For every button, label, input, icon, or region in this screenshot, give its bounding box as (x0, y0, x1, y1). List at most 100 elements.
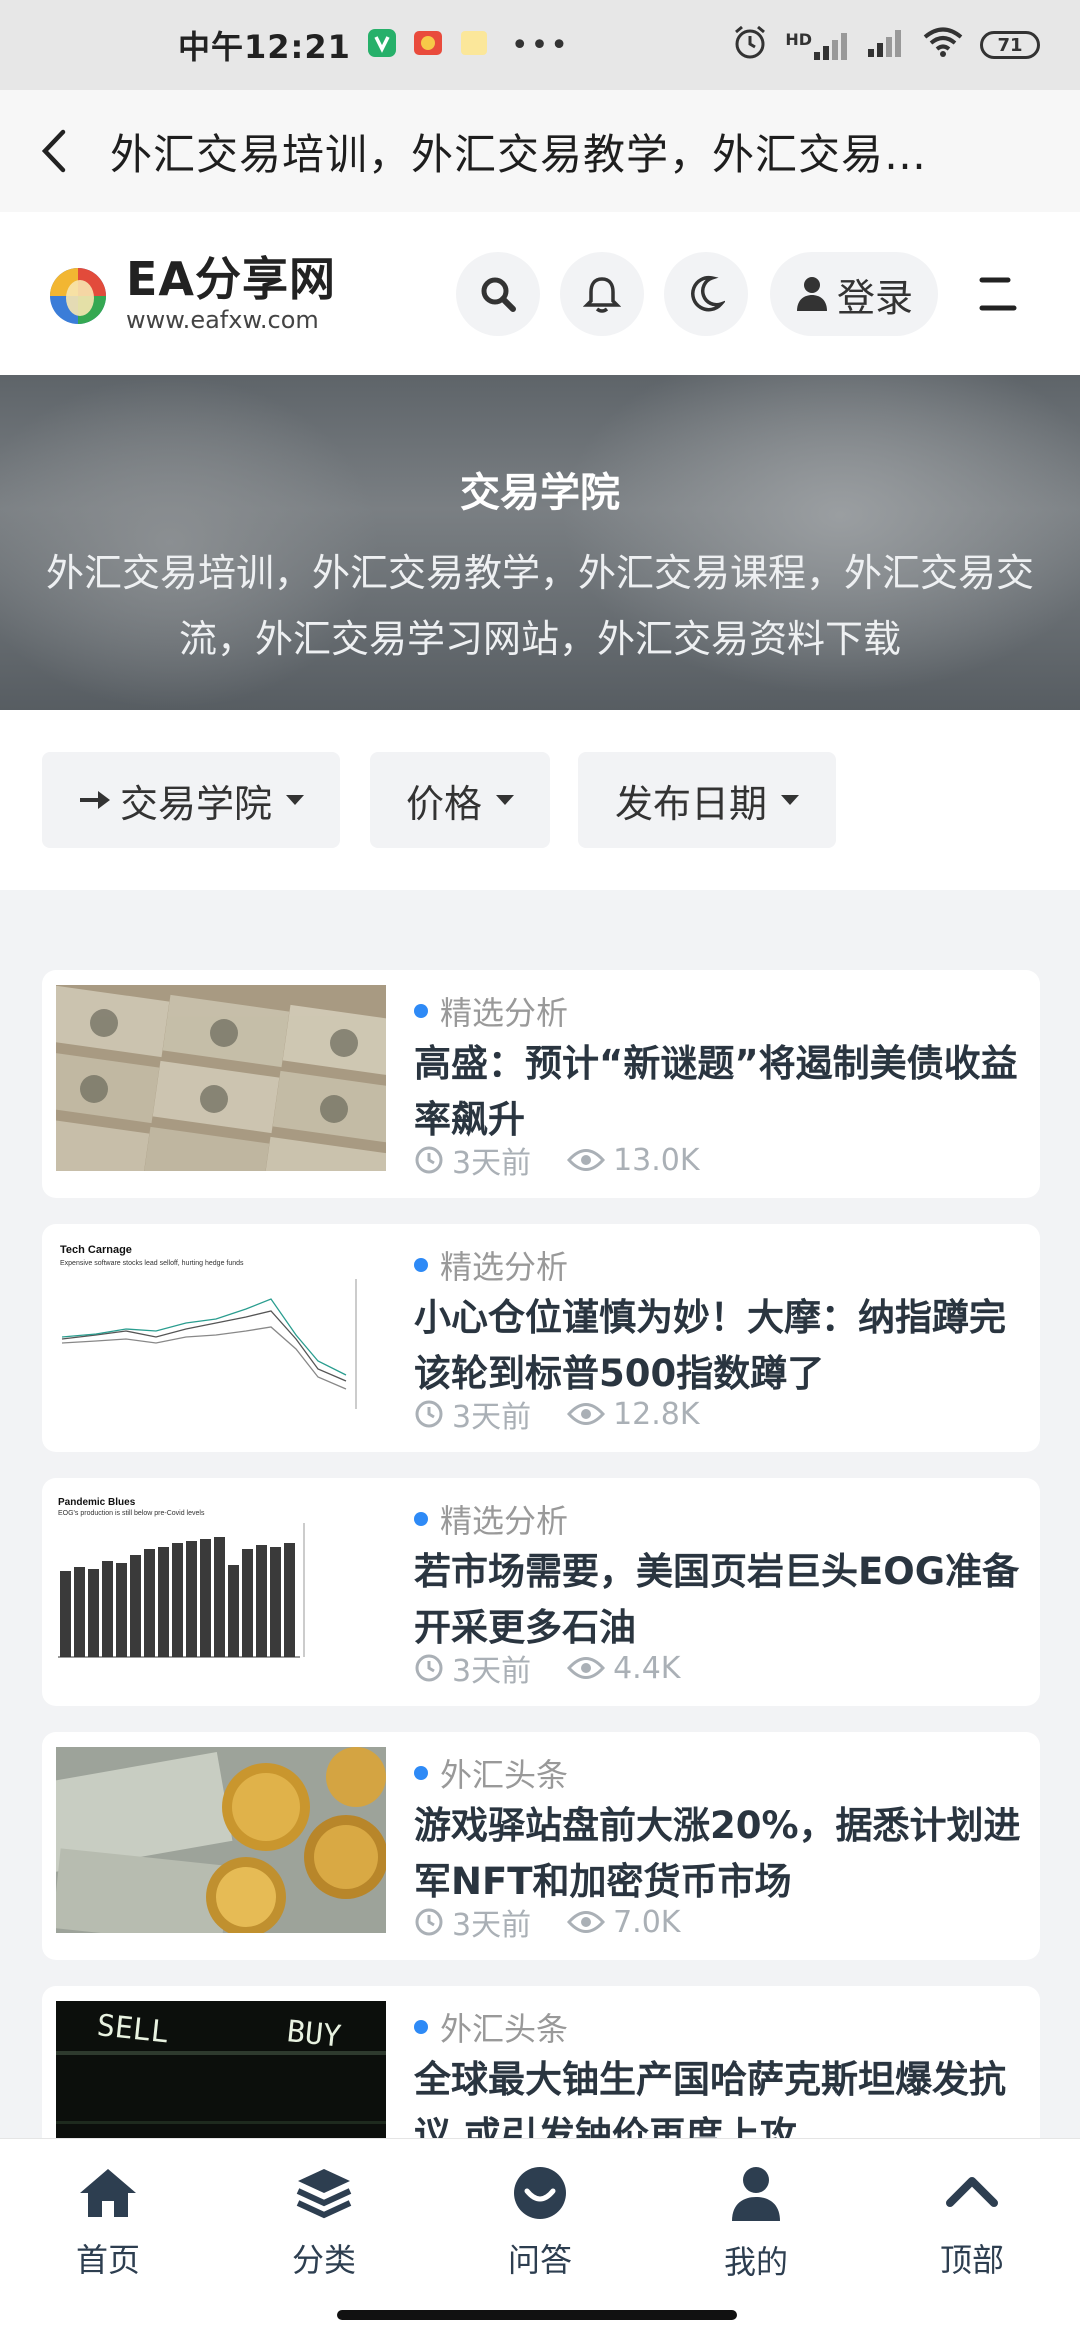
article-title[interactable]: 游戏驿站盘前大涨20%，据悉计划进军NFT和加密货币市场 (414, 1798, 1026, 1910)
back-button[interactable] (0, 90, 110, 212)
more-notifications-icon: ••• (510, 27, 570, 63)
site-logo[interactable]: EA分享网 www.eafxw.com (40, 256, 336, 332)
logo-mark-icon (50, 267, 106, 324)
article-thumbnail-bitcoin (56, 1747, 386, 1933)
moon-icon (691, 275, 725, 312)
clock-icon (415, 1400, 443, 1428)
network-type: HD (785, 30, 812, 49)
user-icon (732, 2167, 780, 2221)
user-icon (796, 277, 827, 311)
category-description: 外汇交易培训，外汇交易教学，外汇交易课程，外汇交易交流，外汇交易学习网站，外汇交… (45, 551, 1034, 661)
category-dot-icon (414, 1004, 428, 1018)
status-bar: 中午12:21 ••• HD 71 (0, 0, 1080, 90)
article-meta: 3天前 13.0K (414, 1138, 700, 1182)
article-meta: 3天前 7.0K (414, 1900, 680, 1944)
search-icon (481, 277, 516, 312)
category-dot-icon (414, 1258, 428, 1272)
login-label: 登录 (836, 275, 913, 320)
article-category: 精选分析 (414, 1242, 568, 1288)
menu-icon (979, 277, 1017, 311)
filter-date[interactable]: 发布日期 (578, 752, 836, 848)
menu-button[interactable] (978, 274, 1018, 318)
clock-icon (415, 1654, 443, 1682)
ticker-buy-text: BUY (285, 2014, 343, 2054)
tab-qa[interactable]: 问答 (432, 2165, 648, 2281)
status-time: 中午12:21 (178, 28, 351, 66)
dark-mode-button[interactable] (664, 252, 748, 336)
tab-profile[interactable]: 我的 (648, 2165, 864, 2283)
chart-thumb-title: Tech Carnage (60, 1244, 132, 1256)
article-meta: 3天前 12.8K (414, 1392, 700, 1436)
browser-titlebar: 外汇交易培训，外汇交易教学，外汇交易… (0, 90, 1080, 212)
login-button[interactable]: 登录 (770, 252, 938, 336)
tab-top-label: 顶部 (939, 2241, 1004, 2279)
page-title: 外汇交易培训，外汇交易教学，外汇交易… (110, 129, 928, 179)
brand-url: www.eafxw.com (126, 305, 319, 334)
article-card[interactable]: Tech Carnage Expensive software stocks l… (42, 1224, 1040, 1452)
caret-down-icon (496, 795, 514, 805)
tab-home-label: 首页 (75, 2241, 140, 2279)
category-dot-icon (414, 2020, 428, 2034)
chart-thumb-title: Pandemic Blues (58, 1497, 136, 1508)
tab-category[interactable]: 分类 (216, 2165, 432, 2281)
article-thumbnail-money (56, 985, 386, 1171)
article-views: 12.8K (613, 1396, 700, 1432)
wifi-icon (922, 26, 964, 64)
chevron-left-icon (41, 129, 66, 173)
tab-qa-label: 问答 (507, 2241, 572, 2279)
category-label: 精选分析 (440, 994, 569, 1032)
category-banner: 交易学院 外汇交易培训，外汇交易教学，外汇交易课程，外汇交易交流，外汇交易学习网… (0, 375, 1080, 710)
battery-level: 71 (997, 34, 1023, 56)
site-header: EA分享网 www.eafxw.com 登录 (0, 212, 1080, 375)
home-icon (80, 2169, 136, 2217)
category-label: 精选分析 (440, 1502, 569, 1540)
article-category: 精选分析 (414, 1496, 568, 1542)
eye-icon (567, 1911, 606, 1933)
cellular-signal-2-icon (868, 27, 906, 63)
notification-button[interactable] (560, 252, 644, 336)
filter-date-label: 发布日期 (614, 781, 767, 826)
article-title[interactable]: 高盛：预计“新谜题”将遏制美债收益率飙升 (414, 1036, 1026, 1148)
article-views: 4.4K (613, 1650, 681, 1686)
article-title[interactable]: 小心仓位谨慎为妙！大摩：纳指蹲完该轮到标普500指数蹲了 (414, 1290, 1026, 1402)
caret-down-icon (781, 795, 799, 805)
article-thumbnail-bar-chart: Pandemic Blues EOG's production is still… (56, 1493, 386, 1679)
clock-icon (415, 1146, 443, 1174)
layers-icon (296, 2169, 352, 2219)
tab-top[interactable]: 顶部 (864, 2165, 1080, 2281)
article-card[interactable]: 精选分析 高盛：预计“新谜题”将遏制美债收益率飙升 3天前 13.0K (42, 970, 1040, 1198)
search-button[interactable] (456, 252, 540, 336)
eye-icon (567, 1657, 606, 1679)
article-thumbnail-line-chart: Tech Carnage Expensive software stocks l… (56, 1239, 386, 1425)
article-meta: 3天前 4.4K (414, 1646, 680, 1690)
tab-home[interactable]: 首页 (0, 2165, 216, 2281)
article-time: 3天前 (452, 1908, 532, 1943)
tab-category-label: 分类 (291, 2241, 356, 2279)
caret-down-icon (286, 795, 304, 805)
app-notification-icon (413, 28, 443, 62)
article-title[interactable]: 若市场需要，美国页岩巨头EOG准备开采更多石油 (414, 1544, 1026, 1656)
article-category: 精选分析 (414, 988, 568, 1034)
home-indicator[interactable] (337, 2310, 737, 2320)
category-label: 外汇头条 (440, 1756, 569, 1794)
category-label: 精选分析 (440, 1248, 569, 1286)
chevron-up-icon (946, 2177, 998, 2207)
category-dot-icon (414, 1512, 428, 1526)
arrow-right-icon (79, 791, 110, 809)
article-category: 外汇头条 (414, 2004, 568, 2050)
filter-price-label: 价格 (405, 781, 482, 826)
category-dot-icon (414, 1766, 428, 1780)
article-time: 3天前 (452, 1146, 532, 1181)
clock-icon (415, 1908, 443, 1936)
smile-icon (514, 2167, 566, 2219)
eye-icon (567, 1149, 606, 1171)
category-title: 交易学院 (460, 470, 620, 516)
chart-thumb-subtitle: EOG's production is still below pre-Covi… (58, 1510, 205, 1517)
article-card[interactable]: Pandemic Blues EOG's production is still… (42, 1478, 1040, 1706)
article-card[interactable]: 外汇头条 游戏驿站盘前大涨20%，据悉计划进军NFT和加密货币市场 3天前 7.… (42, 1732, 1040, 1960)
filter-price[interactable]: 价格 (370, 752, 550, 848)
eye-icon (567, 1403, 606, 1425)
battery-icon: 71 (980, 31, 1040, 59)
vpn-icon (367, 28, 397, 62)
filter-category[interactable]: 交易学院 (42, 752, 340, 848)
